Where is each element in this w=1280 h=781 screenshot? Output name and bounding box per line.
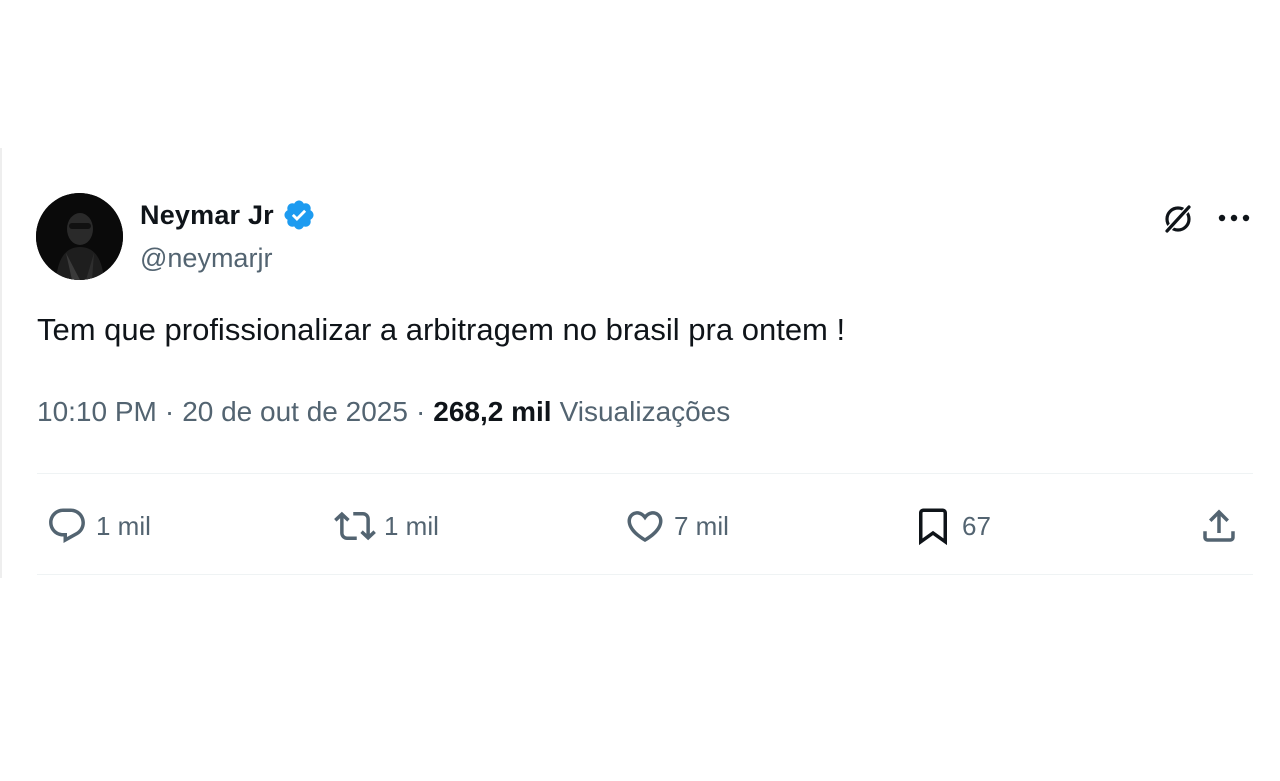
retweet-count: 1 mil [384, 510, 439, 541]
author-name-row[interactable]: Neymar Jr [140, 196, 316, 234]
views-label: Visualizações [559, 396, 731, 427]
views-count: 268,2 mil [433, 396, 552, 427]
tweet-meta: 10:10 PM · 20 de out de 2025 · 268,2 mil… [37, 396, 730, 428]
share-icon [1203, 509, 1235, 542]
grok-icon-glyph [1163, 203, 1193, 235]
bookmark-icon [919, 508, 947, 546]
retweet-icon [334, 511, 376, 541]
more-dots-glyph [1218, 214, 1250, 222]
divider-top [37, 473, 1253, 474]
bookmark-button[interactable]: 67 [912, 497, 991, 555]
more-horizontal-icon[interactable] [1212, 196, 1256, 240]
share-button[interactable] [1198, 497, 1240, 555]
tweet-time[interactable]: 10:10 PM [37, 396, 157, 428]
reply-count: 1 mil [96, 510, 151, 541]
grok-icon[interactable] [1156, 196, 1200, 240]
like-count: 7 mil [674, 510, 729, 541]
bookmark-count: 67 [962, 510, 991, 541]
avatar-image [36, 193, 123, 280]
meta-separator: · [164, 396, 175, 427]
verified-badge-icon [284, 200, 314, 230]
retweet-button[interactable]: 1 mil [334, 497, 439, 555]
author-display-name[interactable]: Neymar Jr [140, 200, 274, 231]
like-button[interactable]: 7 mil [624, 497, 729, 555]
action-bar: 1 mil 1 mil 7 mil 67 [0, 497, 1280, 555]
divider-bottom [37, 574, 1253, 575]
tweet-text: Tem que profissionalizar a arbitragem no… [37, 312, 846, 347]
reply-button[interactable]: 1 mil [46, 497, 151, 555]
reply-icon [49, 508, 85, 543]
avatar[interactable] [36, 193, 123, 280]
meta-separator: · [415, 396, 426, 427]
tweet-date[interactable]: 20 de out de 2025 [182, 396, 408, 428]
heart-icon [627, 511, 663, 543]
author-handle[interactable]: @neymarjr [140, 243, 272, 274]
